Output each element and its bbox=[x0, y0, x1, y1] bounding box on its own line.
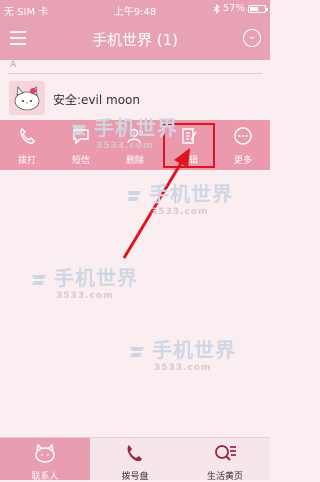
watermark-text: 手机世界 bbox=[54, 266, 138, 290]
more-button[interactable]: 更多 bbox=[216, 120, 270, 170]
battery-icon bbox=[248, 4, 268, 13]
watermark-sub: 3533.com bbox=[154, 363, 212, 373]
bottom-tab-bar: 联系人 拨号盘 生活黄页 bbox=[0, 437, 270, 482]
tab-dialpad[interactable]: 拨号盘 bbox=[90, 438, 180, 482]
tab-yellow-pages[interactable]: 生活黄页 bbox=[180, 438, 270, 482]
watermark-text: 手机世界 bbox=[152, 338, 236, 362]
status-bar: 无 SIM 卡 上午9:48 57% bbox=[0, 0, 270, 18]
watermark: 手机世界 3533.com bbox=[30, 262, 138, 301]
watermark-logo-icon bbox=[32, 274, 46, 285]
watermark-sub: 3533.com bbox=[56, 291, 114, 301]
watermark-text: 手机世界 bbox=[94, 116, 178, 140]
battery-fill bbox=[250, 6, 258, 11]
phone-icon bbox=[20, 128, 35, 144]
tab-contacts[interactable]: 联系人 bbox=[0, 438, 90, 482]
list-icon bbox=[215, 445, 236, 461]
tab-contacts-label: 联系人 bbox=[31, 472, 59, 482]
watermark-text: 手机世界 bbox=[149, 182, 233, 206]
contact-name: 安全:evil moon bbox=[53, 93, 140, 107]
watermark-logo-icon bbox=[130, 346, 144, 357]
phone-icon bbox=[127, 445, 142, 462]
watermark: 手机世界 3533.com bbox=[70, 112, 178, 151]
more-icon bbox=[234, 127, 252, 145]
call-label: 拨打 bbox=[17, 156, 36, 166]
avatar bbox=[9, 81, 45, 115]
sms-label: 短信 bbox=[71, 156, 90, 166]
section-divider bbox=[8, 73, 262, 74]
watermark-sub: 3533.com bbox=[96, 141, 154, 151]
watermark-logo-icon bbox=[127, 190, 141, 201]
page-title: 手机世界 (1) bbox=[91, 31, 179, 49]
hello-kitty-icon bbox=[14, 86, 40, 111]
battery-percent: 57% bbox=[222, 3, 245, 14]
tab-dialpad-label: 拨号盘 bbox=[121, 472, 149, 482]
call-button[interactable]: 拨打 bbox=[0, 120, 54, 170]
tab-yellow-pages-label: 生活黄页 bbox=[206, 472, 243, 482]
status-right: 57% bbox=[213, 3, 268, 14]
watermark: 手机世界 3533.com bbox=[125, 178, 233, 217]
app-header: 手机世界 (1) ⌄ bbox=[0, 18, 270, 60]
watermark-sub: 3533.com bbox=[151, 207, 209, 217]
chevron-down-icon[interactable]: ⌄ bbox=[243, 29, 261, 47]
more-label: 更多 bbox=[233, 156, 252, 166]
hello-kitty-icon bbox=[35, 443, 55, 463]
bluetooth-icon bbox=[213, 3, 220, 14]
watermark-logo-icon bbox=[72, 124, 86, 135]
watermark: 手机世界 3533.com bbox=[128, 334, 236, 373]
section-header: A bbox=[10, 60, 17, 70]
